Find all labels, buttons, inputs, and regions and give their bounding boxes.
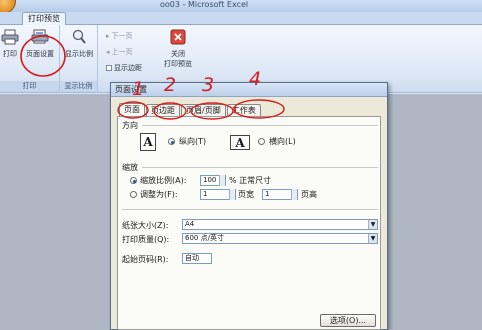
fit-wide-spinner[interactable] [229, 189, 235, 200]
print-quality-label: 打印质量(Q): [122, 235, 170, 244]
print-label: 打印 [3, 50, 17, 58]
close-preview-label-2: 打印预览 [164, 60, 192, 68]
paper-size-label: 纸张大小(Z): [122, 221, 169, 230]
page-tab-panel: 方向 A 纵向(T) A 横向(L) 缩放 缩放比例(A): 100 % 正常尺… [117, 116, 381, 330]
prev-page-label: 上一页 [111, 48, 133, 56]
first-page-input[interactable]: 自动 [182, 253, 212, 264]
show-margins-label: 显示边距 [114, 64, 142, 72]
adjust-to-label[interactable]: 缩放比例(A): [140, 175, 186, 186]
annotation-3: 3 [202, 74, 215, 96]
orientation-header: 方向 [122, 121, 138, 130]
fit-to-label[interactable]: 调整为(F): [140, 189, 178, 200]
fit-wide-input[interactable]: 1 [200, 189, 236, 200]
paper-size-dropdown-icon[interactable]: ▼ [368, 220, 377, 229]
page-setup-button[interactable]: 页面设置 [22, 29, 58, 59]
title-bar: oo03 - Microsoft Excel [0, 0, 482, 14]
first-page-value: 自动 [185, 254, 199, 262]
fit-tall-spinner[interactable] [291, 189, 297, 200]
scale-percent-input[interactable]: 100 [200, 175, 226, 186]
annotation-2: 2 [164, 74, 177, 96]
options-button[interactable]: 选项(O)... [320, 314, 376, 327]
options-divider [122, 209, 378, 210]
first-page-label: 起始页码(R): [122, 255, 169, 264]
zoom-label: 显示比例 [65, 50, 93, 58]
print-group: 打印 页面设置 打印 [0, 25, 60, 93]
next-page-icon: ▸ [106, 32, 110, 40]
scale-suffix: % 正常尺寸 [229, 176, 272, 185]
print-quality-select[interactable]: 600 点/英寸 ▼ [182, 233, 378, 244]
landscape-page-icon: A [230, 135, 250, 150]
zoom-button[interactable]: 显示比例 [62, 29, 96, 59]
scaling-divider [142, 167, 378, 168]
portrait-radio[interactable] [168, 138, 175, 145]
next-page-label: 下一页 [111, 32, 133, 40]
fit-wide-value: 1 [203, 190, 208, 198]
paper-size-value: A4 [185, 220, 195, 228]
close-preview-button[interactable]: 关闭 打印预览 [158, 29, 198, 69]
print-button[interactable]: 打印 [0, 29, 20, 59]
paper-size-select[interactable]: A4 ▼ [182, 219, 378, 230]
portrait-page-icon: A [140, 133, 156, 151]
tab-print-preview[interactable]: 打印预览 [22, 12, 66, 25]
next-page-button[interactable]: ▸ 下一页 [106, 31, 133, 41]
page-setup-icon [31, 29, 49, 44]
landscape-radio[interactable] [258, 138, 265, 145]
annotation-1: 1 [132, 78, 145, 100]
scaling-header: 缩放 [122, 163, 138, 172]
scale-spinner[interactable] [219, 175, 225, 186]
show-margins-checkbox[interactable]: 显示边距 [106, 63, 142, 73]
magnifier-icon [72, 29, 86, 44]
fit-tall-input[interactable]: 1 [262, 189, 298, 200]
prev-page-button[interactable]: ◂ 上一页 [106, 47, 133, 57]
dialog-tabs: 页面 页边距 页眉/页脚 工作表 [119, 103, 262, 117]
window-title: oo03 - Microsoft Excel [160, 0, 249, 9]
adjust-to-radio[interactable] [130, 177, 137, 184]
portrait-label[interactable]: 纵向(T) [179, 136, 206, 147]
show-margins-check[interactable] [106, 65, 112, 71]
fit-wide-suffix: 页宽 [238, 190, 254, 199]
scale-percent-value: 100 [203, 176, 217, 184]
annotation-4: 4 [249, 68, 262, 90]
close-icon [170, 29, 186, 45]
fit-to-radio[interactable] [130, 191, 137, 198]
zoom-group-label: 显示比例 [60, 81, 97, 92]
orientation-divider [142, 125, 378, 126]
fit-tall-value: 1 [265, 190, 270, 198]
print-group-label: 打印 [0, 81, 59, 92]
fit-tall-suffix: 页高 [301, 190, 317, 199]
tab-page[interactable]: 页面 [119, 103, 145, 117]
landscape-label[interactable]: 横向(L) [269, 136, 296, 147]
print-quality-value: 600 点/英寸 [185, 234, 224, 242]
ribbon-tab-row: 打印预览 [0, 12, 482, 25]
print-quality-dropdown-icon[interactable]: ▼ [368, 234, 377, 243]
printer-icon [1, 29, 19, 45]
close-preview-label-1: 关闭 [171, 50, 185, 58]
page-setup-label: 页面设置 [26, 50, 54, 58]
prev-page-icon: ◂ [106, 48, 110, 56]
page-setup-dialog: 页面设置 页面 页边距 页眉/页脚 工作表 方向 A 纵向(T) A 横向(L)… [110, 82, 388, 330]
zoom-group: 显示比例 显示比例 [60, 25, 98, 93]
